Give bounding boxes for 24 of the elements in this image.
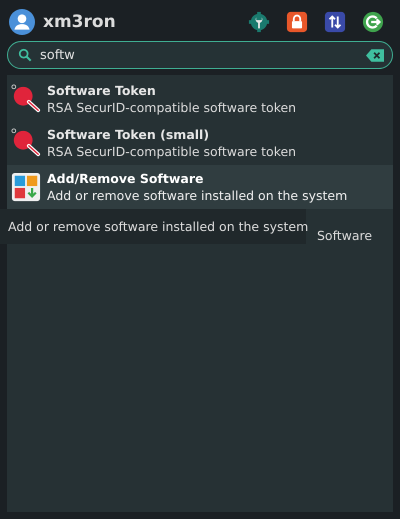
- clear-icon[interactable]: [366, 48, 384, 62]
- result-item[interactable]: Software Token RSA SecurID-compatible software token: [7, 77, 393, 121]
- result-description: RSA SecurID-compatible software token: [47, 144, 296, 159]
- result-item[interactable]: Add/Remove Software Add or remove software installed on the system: [7, 165, 393, 209]
- result-title: Add/Remove Software: [47, 171, 204, 186]
- result-description: Software: [317, 228, 372, 243]
- search-icon: [18, 48, 32, 62]
- software-package-icon: [11, 172, 41, 202]
- key-icon: [11, 84, 41, 114]
- search-field[interactable]: softw: [40, 48, 358, 62]
- search-field[interactable]: softw: [7, 41, 393, 69]
- result-description: Add or remove software installed on the system: [47, 188, 348, 203]
- result-title: Software Token (small): [47, 127, 210, 142]
- result-description: RSA SecurID-compatible software token: [47, 100, 296, 115]
- key-icon: [11, 128, 41, 158]
- result-title: Software Token: [47, 83, 157, 98]
- gear-wrench-icon[interactable]: [248, 11, 270, 33]
- logout-icon[interactable]: [362, 11, 384, 33]
- lock-icon[interactable]: [286, 11, 308, 33]
- avatar-icon[interactable]: [9, 9, 35, 35]
- result-item[interactable]: Software Token (small) RSA SecurID-compatible software token: [7, 121, 393, 165]
- tooltip: Add or remove software installed on the system: [0, 209, 306, 244]
- user-name: xm3ron: [43, 12, 116, 32]
- switch-user-icon[interactable]: [324, 11, 346, 33]
